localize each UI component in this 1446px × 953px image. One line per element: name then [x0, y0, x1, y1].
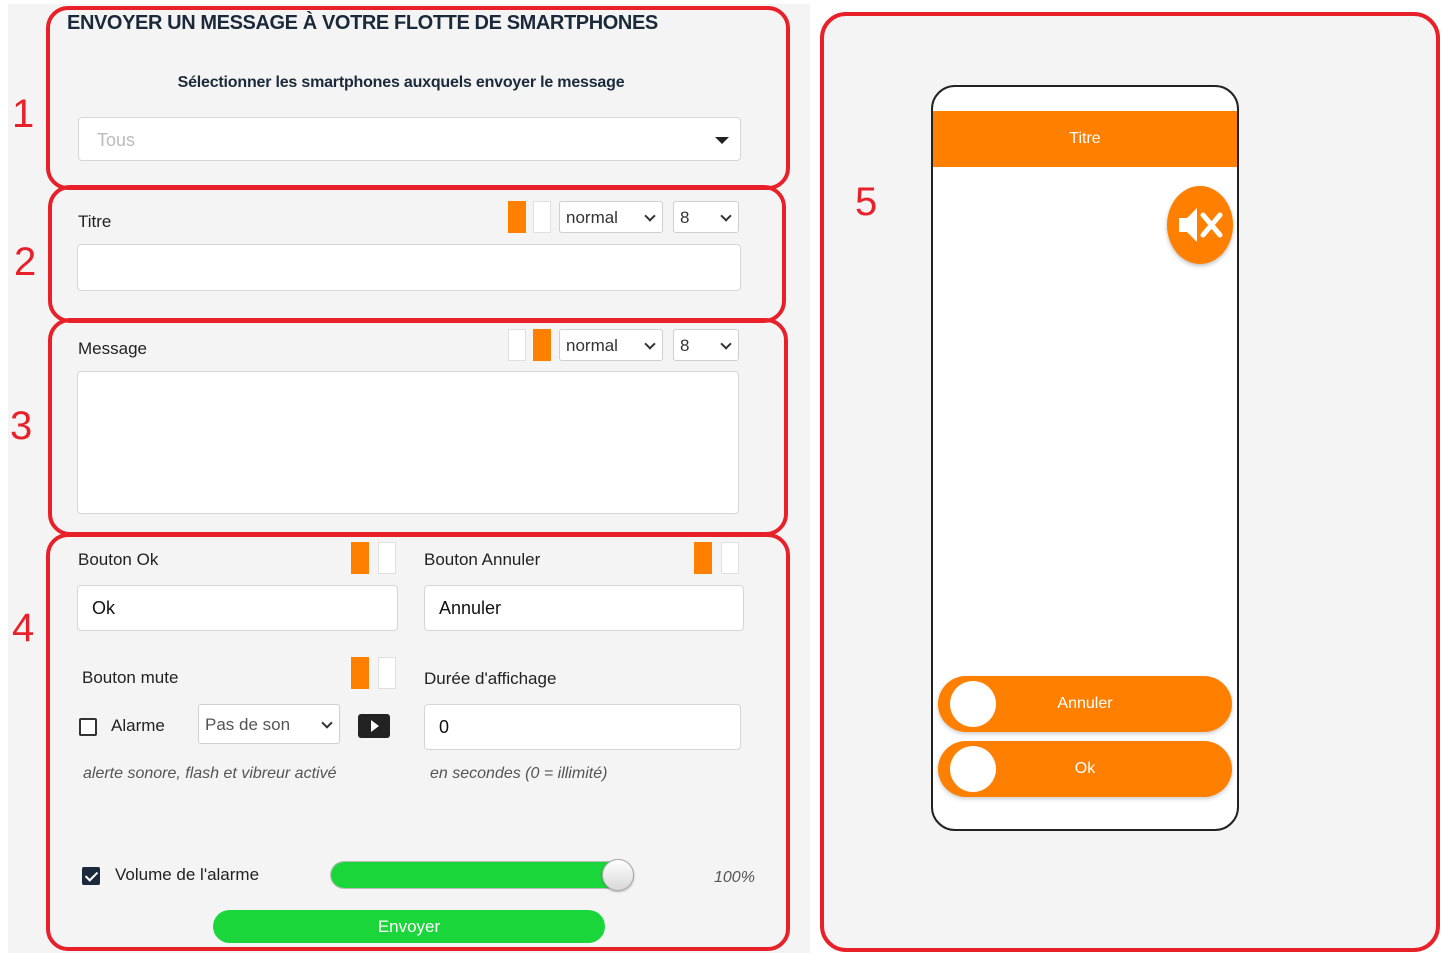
- phone-cancel-button[interactable]: Annuler: [938, 676, 1232, 732]
- alarm-checkbox[interactable]: [79, 718, 97, 736]
- chevron-down-icon: [720, 210, 732, 222]
- message-style-value: normal: [566, 336, 618, 355]
- ok-button-label: Bouton Ok: [78, 550, 159, 569]
- title-bg-color-swatch[interactable]: [533, 201, 551, 233]
- phone-cancel-label: Annuler: [1057, 695, 1113, 712]
- volume-label: Volume de l'alarme: [115, 865, 260, 884]
- sound-select-value: Pas de son: [205, 715, 291, 734]
- ok-button-input-value: Ok: [92, 598, 116, 618]
- phone-header-title: Titre: [933, 111, 1237, 167]
- alarm-label: Alarme: [111, 716, 165, 735]
- marker-2: 2: [14, 240, 37, 284]
- message-bg-color-swatch[interactable]: [533, 329, 551, 361]
- cancel-bg-color-swatch[interactable]: [721, 542, 739, 574]
- device-select-value: Tous: [97, 130, 136, 150]
- sound-select[interactable]: Pas de son: [198, 704, 340, 744]
- mute-speaker-icon: [1179, 208, 1223, 242]
- ok-bg-color-swatch[interactable]: [378, 542, 396, 574]
- phone-ok-button[interactable]: Ok: [938, 741, 1232, 797]
- mute-text-color-swatch[interactable]: [351, 657, 369, 689]
- marker-3: 3: [10, 404, 33, 448]
- chevron-down-icon: [644, 338, 656, 350]
- duration-label: Durée d'affichage: [424, 669, 557, 688]
- mute-button-preview[interactable]: [1167, 186, 1233, 264]
- duration-input-value: 0: [439, 717, 450, 737]
- chevron-down-icon: [321, 717, 333, 729]
- cancel-button-label: Bouton Annuler: [424, 550, 541, 569]
- chevron-down-icon: [644, 210, 656, 222]
- title-text-color-swatch[interactable]: [508, 201, 526, 233]
- ok-text-color-swatch[interactable]: [351, 542, 369, 574]
- page-title: ENVOYER UN MESSAGE À VOTRE FLOTTE DE SMA…: [67, 12, 658, 34]
- ok-button-input[interactable]: Ok: [77, 585, 398, 631]
- volume-percent: 100%: [714, 869, 755, 886]
- volume-slider-thumb[interactable]: [602, 859, 634, 891]
- title-size-select[interactable]: 8: [673, 201, 739, 233]
- toggle-knob: [950, 681, 996, 727]
- volume-checkbox[interactable]: [82, 867, 100, 885]
- message-textarea[interactable]: [77, 371, 739, 514]
- send-button[interactable]: Envoyer: [213, 910, 605, 943]
- chevron-down-icon: [720, 338, 732, 350]
- cancel-button-input-value: Annuler: [439, 598, 502, 618]
- message-text-color-swatch[interactable]: [508, 329, 526, 361]
- title-size-value: 8: [680, 208, 690, 227]
- duration-input[interactable]: 0: [424, 704, 741, 750]
- duration-hint: en secondes (0 = illimité): [430, 765, 608, 782]
- phone-ok-label: Ok: [1074, 760, 1096, 777]
- cancel-text-color-swatch[interactable]: [694, 542, 712, 574]
- marker-5: 5: [855, 180, 878, 224]
- volume-slider[interactable]: [330, 861, 634, 889]
- message-size-select[interactable]: 8: [673, 329, 739, 361]
- alarm-hint: alerte sonore, flash et vibreur activé: [83, 765, 337, 782]
- toggle-knob: [950, 746, 996, 792]
- device-select[interactable]: Tous: [78, 117, 741, 161]
- marker-1: 1: [12, 92, 35, 136]
- cancel-button-input[interactable]: Annuler: [424, 585, 744, 631]
- chevron-down-icon: [715, 137, 729, 144]
- message-style-select[interactable]: normal: [559, 329, 663, 361]
- mute-button-label: Bouton mute: [82, 668, 179, 687]
- mute-bg-color-swatch[interactable]: [378, 657, 396, 689]
- title-style-value: normal: [566, 208, 618, 227]
- title-style-select[interactable]: normal: [559, 201, 663, 233]
- message-label: Message: [78, 339, 147, 358]
- volume-slider-fill: [331, 862, 621, 888]
- play-sound-button[interactable]: [358, 714, 390, 738]
- marker-4: 4: [12, 606, 35, 650]
- title-input[interactable]: [77, 244, 741, 291]
- message-size-value: 8: [680, 336, 690, 355]
- device-select-label: Sélectionner les smartphones auxquels en…: [177, 74, 625, 91]
- title-label: Titre: [78, 212, 112, 231]
